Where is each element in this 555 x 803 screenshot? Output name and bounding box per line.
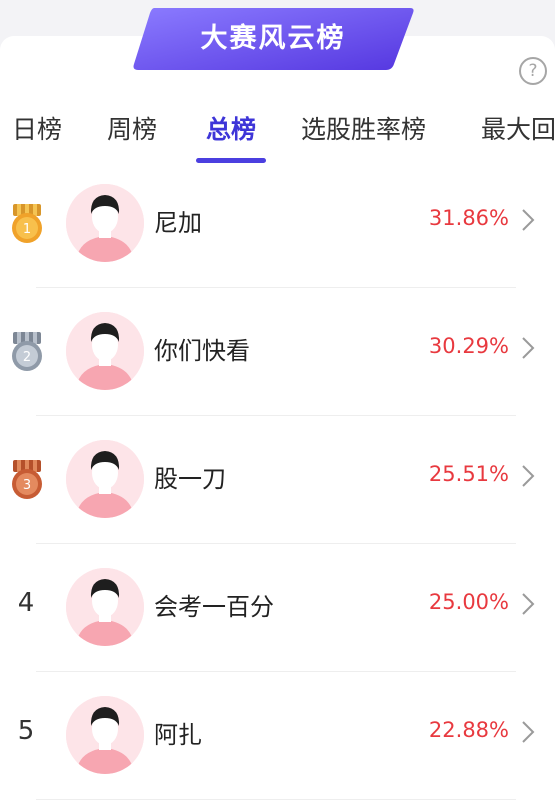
tab-win-rate[interactable]: 选股胜率榜 bbox=[301, 110, 426, 146]
user-avatar-icon bbox=[66, 568, 144, 646]
help-icon[interactable]: ? bbox=[519, 57, 547, 85]
chevron-right-icon[interactable] bbox=[519, 590, 537, 618]
avatar[interactable] bbox=[66, 184, 144, 262]
user-name: 你们快看 bbox=[154, 337, 250, 365]
user-avatar-icon bbox=[66, 696, 144, 774]
rank-number: 5 bbox=[17, 716, 35, 746]
user-avatar-icon bbox=[66, 312, 144, 390]
user-avatar-icon bbox=[66, 440, 144, 518]
chevron-right-icon[interactable] bbox=[519, 206, 537, 234]
user-name: 股一刀 bbox=[154, 465, 226, 493]
ranking-row[interactable]: 5 阿扎 22.88% bbox=[0, 672, 555, 800]
return-rate: 22.88% bbox=[428, 718, 509, 742]
banner: 大赛风云榜 bbox=[132, 8, 414, 70]
ranking-row[interactable]: 4 会考一百分 25.00% bbox=[0, 544, 555, 672]
silver-medal-icon: 2 bbox=[12, 332, 42, 371]
avatar[interactable] bbox=[66, 568, 144, 646]
svg-text:3: 3 bbox=[23, 478, 31, 493]
ranking-row[interactable]: 1 尼加 31.86% bbox=[0, 160, 555, 288]
return-rate: 25.00% bbox=[428, 590, 509, 614]
tab-bar: 日榜 周榜 总榜 选股胜率榜 最大回 bbox=[0, 100, 555, 168]
tab-overall[interactable]: 总榜 bbox=[206, 110, 256, 146]
tab-daily[interactable]: 日榜 bbox=[12, 110, 62, 146]
chevron-right-icon[interactable] bbox=[519, 334, 537, 362]
return-rate: 30.29% bbox=[428, 334, 509, 358]
tab-max-drawdown[interactable]: 最大回 bbox=[481, 110, 555, 146]
avatar[interactable] bbox=[66, 312, 144, 390]
chevron-right-icon[interactable] bbox=[519, 462, 537, 490]
user-name: 阿扎 bbox=[154, 721, 202, 749]
bronze-medal-icon: 3 bbox=[12, 460, 42, 499]
user-avatar-icon bbox=[66, 184, 144, 262]
user-name: 会考一百分 bbox=[154, 593, 274, 621]
svg-text:2: 2 bbox=[23, 350, 31, 365]
gold-medal-icon: 1 bbox=[12, 204, 42, 243]
avatar[interactable] bbox=[66, 696, 144, 774]
ranking-row[interactable]: 3 股一刀 25.51% bbox=[0, 416, 555, 544]
row-divider bbox=[36, 799, 516, 800]
return-rate: 31.86% bbox=[428, 206, 509, 230]
avatar[interactable] bbox=[66, 440, 144, 518]
user-name: 尼加 bbox=[154, 209, 202, 237]
rank-number: 4 bbox=[17, 588, 35, 618]
return-rate: 25.51% bbox=[428, 462, 509, 486]
ranking-row[interactable]: 2 你们快看 30.29% bbox=[0, 288, 555, 416]
chevron-right-icon[interactable] bbox=[519, 718, 537, 746]
banner-title: 大赛风云榜 bbox=[200, 23, 346, 54]
svg-text:1: 1 bbox=[23, 222, 31, 237]
tab-weekly[interactable]: 周榜 bbox=[107, 110, 157, 146]
